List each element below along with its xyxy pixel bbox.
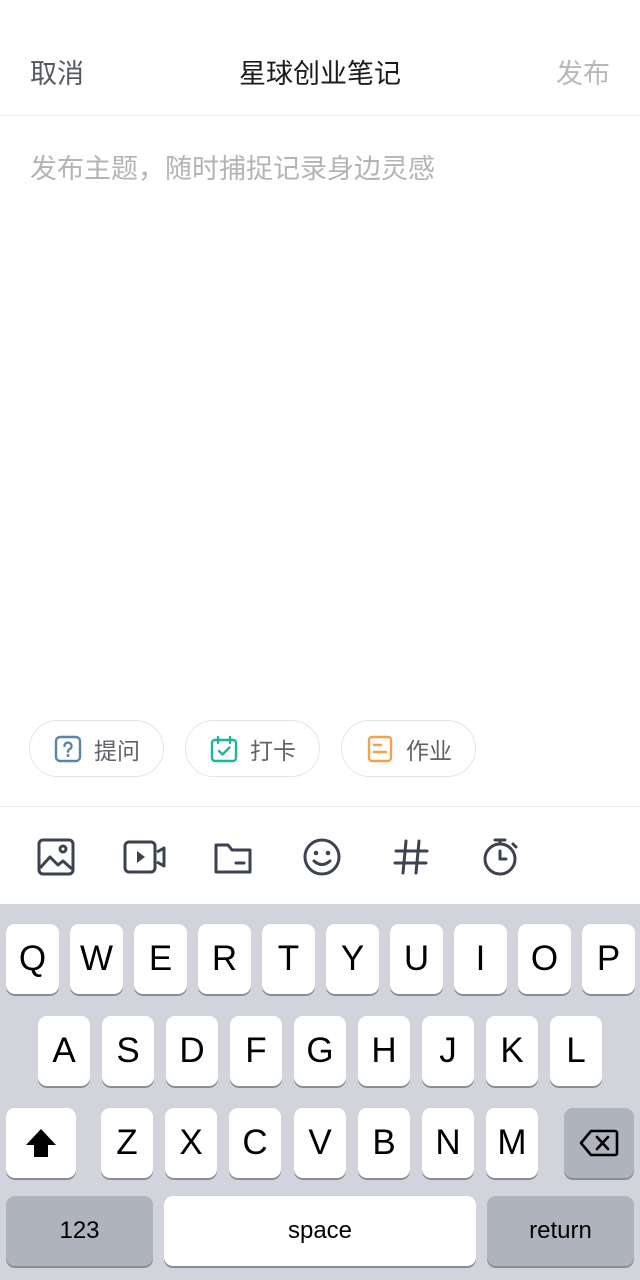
question-icon [54, 735, 82, 762]
key-t[interactable]: T [262, 924, 315, 994]
video-icon[interactable] [123, 837, 167, 877]
topic-editor[interactable]: 发布主题，随时捕捉记录身边灵感 [0, 117, 640, 705]
key-q[interactable]: Q [6, 924, 59, 994]
key-u[interactable]: U [390, 924, 443, 994]
key-e[interactable]: E [134, 924, 187, 994]
key-y[interactable]: Y [326, 924, 379, 994]
key-w[interactable]: W [70, 924, 123, 994]
key-k[interactable]: K [486, 1016, 538, 1086]
page-title: 星球创业笔记 [239, 59, 401, 90]
key-b[interactable]: B [358, 1108, 410, 1178]
hashtag-icon[interactable] [391, 837, 431, 877]
editor-placeholder: 发布主题，随时捕捉记录身边灵感 [30, 154, 435, 185]
key-j[interactable]: J [422, 1016, 474, 1086]
space-key[interactable]: space [164, 1196, 476, 1266]
image-icon[interactable] [36, 837, 76, 877]
key-o[interactable]: O [518, 924, 571, 994]
key-z[interactable]: Z [101, 1108, 153, 1178]
key-l[interactable]: L [550, 1016, 602, 1086]
key-n[interactable]: N [422, 1108, 474, 1178]
question-chip[interactable]: 提问 [29, 720, 164, 777]
key-m[interactable]: M [486, 1108, 538, 1178]
shift-key[interactable] [6, 1108, 76, 1178]
key-d[interactable]: D [166, 1016, 218, 1086]
key-g[interactable]: G [294, 1016, 346, 1086]
folder-icon[interactable] [213, 837, 253, 877]
key-x[interactable]: X [165, 1108, 217, 1178]
key-a[interactable]: A [38, 1016, 90, 1086]
question-chip-label: 提问 [94, 738, 140, 765]
timer-icon[interactable] [480, 837, 520, 877]
shift-icon [26, 1129, 56, 1157]
homework-chip-label: 作业 [406, 738, 452, 765]
key-s[interactable]: S [102, 1016, 154, 1086]
key-p[interactable]: P [582, 924, 635, 994]
checkin-chip[interactable]: 打卡 [185, 720, 320, 777]
return-key[interactable]: return [487, 1196, 634, 1266]
key-r[interactable]: R [198, 924, 251, 994]
key-i[interactable]: I [454, 924, 507, 994]
emoji-icon[interactable] [302, 837, 342, 877]
backspace-icon [579, 1129, 619, 1157]
delete-key[interactable] [564, 1108, 634, 1178]
checkin-chip-label: 打卡 [250, 738, 296, 765]
composer-toolbar [0, 806, 640, 904]
onscreen-keyboard: Q W E R T Y U I O P A S D F G H J K L Z … [0, 904, 640, 1280]
calendar-check-icon [210, 735, 238, 762]
key-v[interactable]: V [294, 1108, 346, 1178]
numbers-key[interactable]: 123 [6, 1196, 153, 1266]
nav-header: 取消 星球创业笔记 发布 [0, 0, 640, 116]
key-f[interactable]: F [230, 1016, 282, 1086]
key-h[interactable]: H [358, 1016, 410, 1086]
key-c[interactable]: C [229, 1108, 281, 1178]
publish-button[interactable]: 发布 [556, 52, 610, 91]
post-type-chips: 提问 打卡 作业 [0, 720, 640, 780]
homework-doc-icon [367, 735, 393, 762]
homework-chip[interactable]: 作业 [341, 720, 476, 777]
